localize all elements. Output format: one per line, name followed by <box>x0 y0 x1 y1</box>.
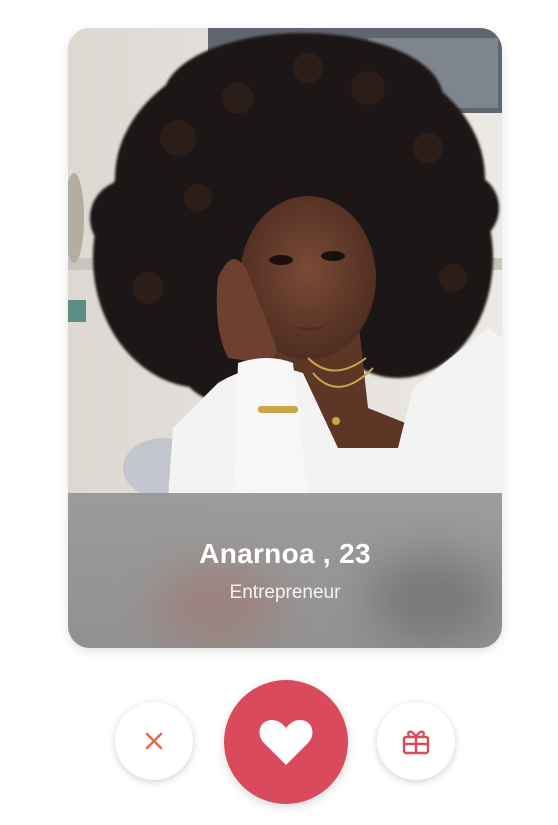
profile-swipe-screen: Anarnoa , 23 Entrepreneur <box>0 0 558 825</box>
gift-button[interactable] <box>377 702 455 780</box>
profile-info-panel: Anarnoa , 23 Entrepreneur <box>68 493 502 648</box>
profile-name-age: Anarnoa , 23 <box>199 538 371 569</box>
close-icon <box>142 729 166 753</box>
like-button[interactable] <box>224 680 348 804</box>
profile-occupation: Entrepreneur <box>229 582 341 603</box>
dislike-button[interactable] <box>115 702 193 780</box>
gift-icon <box>400 726 432 756</box>
heart-icon <box>258 717 314 767</box>
profile-card[interactable]: Anarnoa , 23 Entrepreneur <box>68 28 502 648</box>
